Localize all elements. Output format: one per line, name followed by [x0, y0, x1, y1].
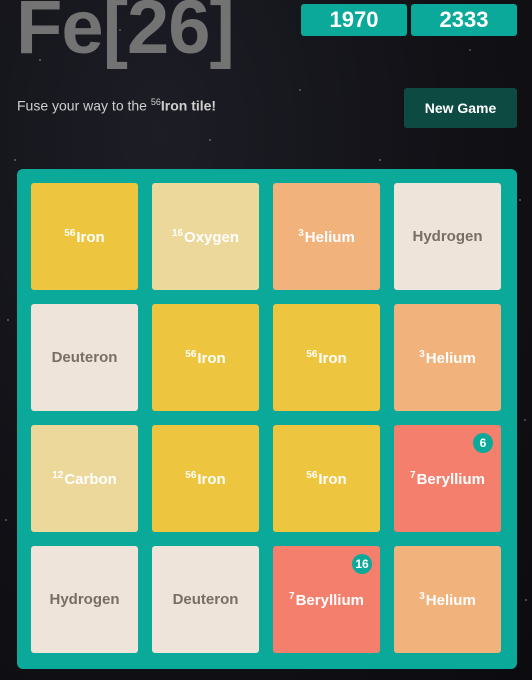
- tile: 3Helium: [273, 183, 380, 290]
- tile-element-name: Beryllium: [416, 470, 485, 488]
- tile: 7Beryllium 6: [394, 425, 501, 532]
- tile-element-name: Hydrogen: [412, 228, 483, 245]
- tile-label: 56Iron: [306, 470, 346, 488]
- tile-label: 3Helium: [419, 591, 476, 609]
- tile-mass-number: 3: [419, 348, 425, 360]
- tile: Hydrogen: [31, 546, 138, 653]
- tile-element-name: Helium: [304, 228, 355, 246]
- tile-mass-number: 56: [64, 227, 76, 239]
- tile: Deuteron: [152, 546, 259, 653]
- tile-element-name: Beryllium: [295, 591, 364, 609]
- tile-element-name: Deuteron: [51, 349, 118, 366]
- tile: 12Carbon: [31, 425, 138, 532]
- tile-element-name: Oxygen: [184, 228, 240, 246]
- tile: 56Iron: [273, 304, 380, 411]
- game-intro: Fuse your way to the 56Iron tile!: [17, 97, 216, 114]
- tile-label: 12Carbon: [52, 470, 117, 488]
- tile-mass-number: 56: [306, 348, 318, 360]
- tile: Deuteron: [31, 304, 138, 411]
- tile-mass-number: 56: [306, 469, 318, 481]
- tile-label: 7Beryllium: [410, 470, 485, 488]
- tile: 56Iron: [273, 425, 380, 532]
- game-title: Fe[26]: [16, 0, 235, 70]
- tile: 3Helium: [394, 304, 501, 411]
- tile-label: Deuteron: [52, 349, 118, 366]
- tile: 7Beryllium 16: [273, 546, 380, 653]
- tile: 56Iron: [152, 304, 259, 411]
- tile-label: 56Iron: [306, 349, 346, 367]
- tile-element-name: Iron: [76, 228, 105, 246]
- score-display: 1970: [301, 4, 407, 36]
- tile-element-name: Deuteron: [172, 591, 239, 608]
- tile-element-name: Helium: [425, 349, 476, 367]
- tile-label: Hydrogen: [412, 228, 482, 245]
- new-game-button[interactable]: New Game: [404, 88, 517, 128]
- tile-counter-badge: 16: [352, 554, 372, 574]
- tile-mass-number: 7: [289, 590, 295, 602]
- tile-mass-number: 16: [171, 227, 184, 239]
- game-board: 56Iron 16Oxygen 3Helium Hydrogen Deuteron 56I…: [17, 169, 517, 669]
- tile-element-name: Hydrogen: [49, 591, 120, 608]
- intro-goal: Iron tile!: [160, 97, 217, 114]
- tile-label: Hydrogen: [49, 591, 119, 608]
- intro-text: Fuse your way to the: [17, 97, 151, 114]
- tile-element-name: Carbon: [64, 470, 117, 488]
- tile-mass-number: 12: [52, 469, 64, 481]
- tile-label: 56Iron: [185, 470, 225, 488]
- tile-mass-number: 56: [185, 348, 197, 360]
- tile-element-name: Iron: [197, 349, 226, 367]
- tile-label: Deuteron: [173, 591, 239, 608]
- tile-mass-number: 3: [298, 227, 304, 239]
- tile: 3Helium: [394, 546, 501, 653]
- tile-label: 56Iron: [185, 349, 225, 367]
- tile-element-name: Iron: [318, 349, 347, 367]
- tile-label: 16Oxygen: [172, 228, 239, 246]
- tile-counter-badge: 6: [473, 433, 493, 453]
- tile: 56Iron: [152, 425, 259, 532]
- tile: 56Iron: [31, 183, 138, 290]
- tile-mass-number: 56: [185, 469, 197, 481]
- best-score-display: 2333: [411, 4, 517, 36]
- tile-label: 56Iron: [64, 228, 104, 246]
- intro-isotope-mass: 56: [150, 97, 161, 107]
- tile-label: 3Helium: [298, 228, 355, 246]
- tile: 16Oxygen: [152, 183, 259, 290]
- tile-label: 7Beryllium: [289, 591, 364, 609]
- tile-label: 3Helium: [419, 349, 476, 367]
- tile-element-name: Iron: [197, 470, 226, 488]
- tile-element-name: Helium: [425, 591, 476, 609]
- tile-element-name: Iron: [318, 470, 347, 488]
- tile: Hydrogen: [394, 183, 501, 290]
- tile-mass-number: 3: [419, 590, 425, 602]
- tile-mass-number: 7: [410, 469, 416, 481]
